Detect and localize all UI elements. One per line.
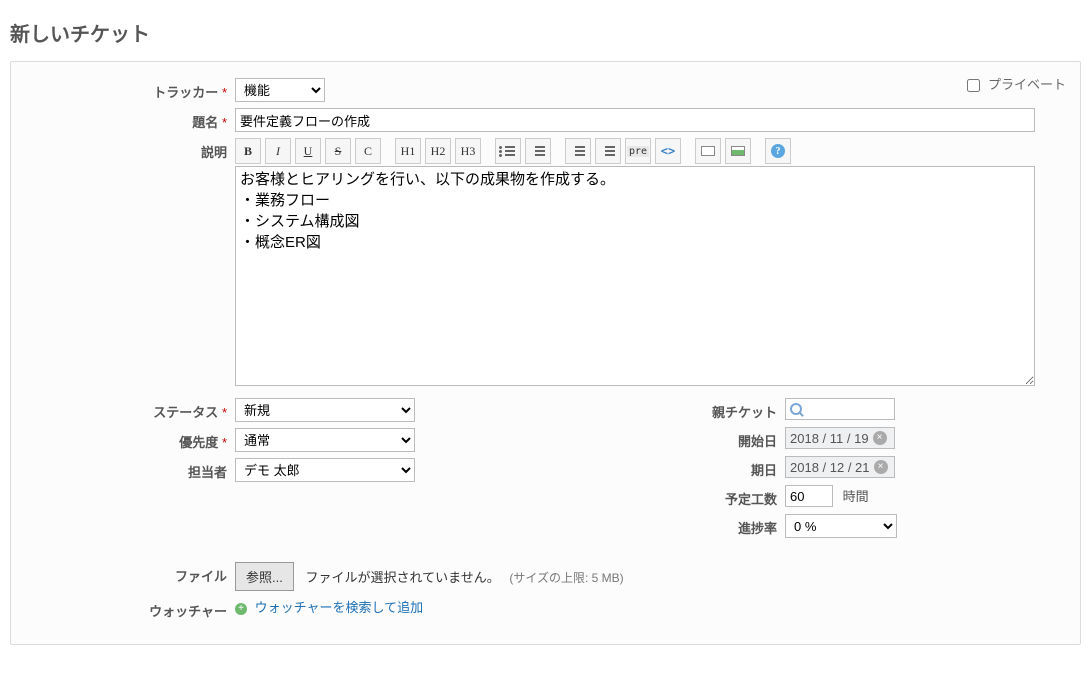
done-ratio-label: 進捗率	[495, 514, 785, 537]
private-checkbox-wrap: プライベート	[963, 74, 1066, 95]
bold-button[interactable]: B	[235, 138, 261, 164]
assignee-select[interactable]: デモ 太郎	[235, 458, 415, 482]
estimated-input[interactable]	[785, 485, 833, 507]
code-block-button[interactable]: <>	[655, 138, 681, 164]
page-title: 新しいチケット	[10, 18, 1081, 47]
h3-button[interactable]: H3	[455, 138, 481, 164]
estimated-unit: 時間	[843, 489, 869, 504]
help-icon: ?	[771, 144, 785, 158]
start-date-label: 開始日	[495, 427, 785, 450]
file-status: ファイルが選択されていません。	[305, 570, 499, 585]
estimated-label: 予定工数	[495, 485, 785, 508]
plus-icon: +	[235, 603, 247, 615]
tracker-label: トラッカー *	[25, 78, 235, 101]
subject-label: 題名 *	[25, 108, 235, 131]
files-label: ファイル	[25, 562, 235, 585]
clear-icon[interactable]: ×	[873, 431, 887, 445]
image-green-button[interactable]	[725, 138, 751, 164]
pre-button[interactable]: pre	[625, 138, 651, 164]
file-browse-button[interactable]: 参照...	[235, 562, 294, 591]
assignee-label: 担当者	[25, 458, 235, 481]
parent-input[interactable]	[785, 398, 895, 420]
h1-button[interactable]: H1	[395, 138, 421, 164]
italic-button[interactable]: I	[265, 138, 291, 164]
private-label: プライベート	[988, 77, 1066, 92]
status-label: ステータス *	[25, 398, 235, 421]
ol-button[interactable]	[525, 138, 551, 164]
image-button[interactable]	[695, 138, 721, 164]
subject-input[interactable]	[235, 108, 1035, 132]
file-hint: (サイズの上限: 5 MB)	[509, 571, 623, 585]
description-label: 説明	[25, 138, 235, 161]
clear-icon[interactable]: ×	[874, 460, 888, 474]
parent-label: 親チケット	[495, 398, 785, 421]
ul-button[interactable]	[495, 138, 521, 164]
done-ratio-select[interactable]: 0 %	[785, 514, 897, 538]
due-date-label: 期日	[495, 456, 785, 479]
ticket-form: プライベート トラッカー * 機能 題名 * 説明 B I U	[10, 61, 1081, 645]
add-watcher-link[interactable]: ウォッチャーを検索して追加	[255, 600, 423, 615]
due-date-input[interactable]: 2018 / 12 / 21 ×	[785, 456, 895, 478]
h2-button[interactable]: H2	[425, 138, 451, 164]
outdent-button[interactable]	[565, 138, 591, 164]
status-select[interactable]: 新規	[235, 398, 415, 422]
tracker-select[interactable]: 機能	[235, 78, 325, 102]
indent-button[interactable]	[595, 138, 621, 164]
private-checkbox[interactable]	[967, 79, 980, 92]
editor-toolbar: B I U S C H1 H2 H3 pre <>	[235, 138, 1066, 164]
search-icon	[790, 403, 802, 415]
strike-button[interactable]: S	[325, 138, 351, 164]
priority-select[interactable]: 通常	[235, 428, 415, 452]
underline-button[interactable]: U	[295, 138, 321, 164]
priority-label: 優先度 *	[25, 428, 235, 451]
description-textarea[interactable]	[235, 166, 1035, 386]
watchers-label: ウォッチャー	[25, 597, 235, 620]
help-button[interactable]: ?	[765, 138, 791, 164]
inline-code-button[interactable]: C	[355, 138, 381, 164]
start-date-input[interactable]: 2018 / 11 / 19 ×	[785, 427, 895, 449]
